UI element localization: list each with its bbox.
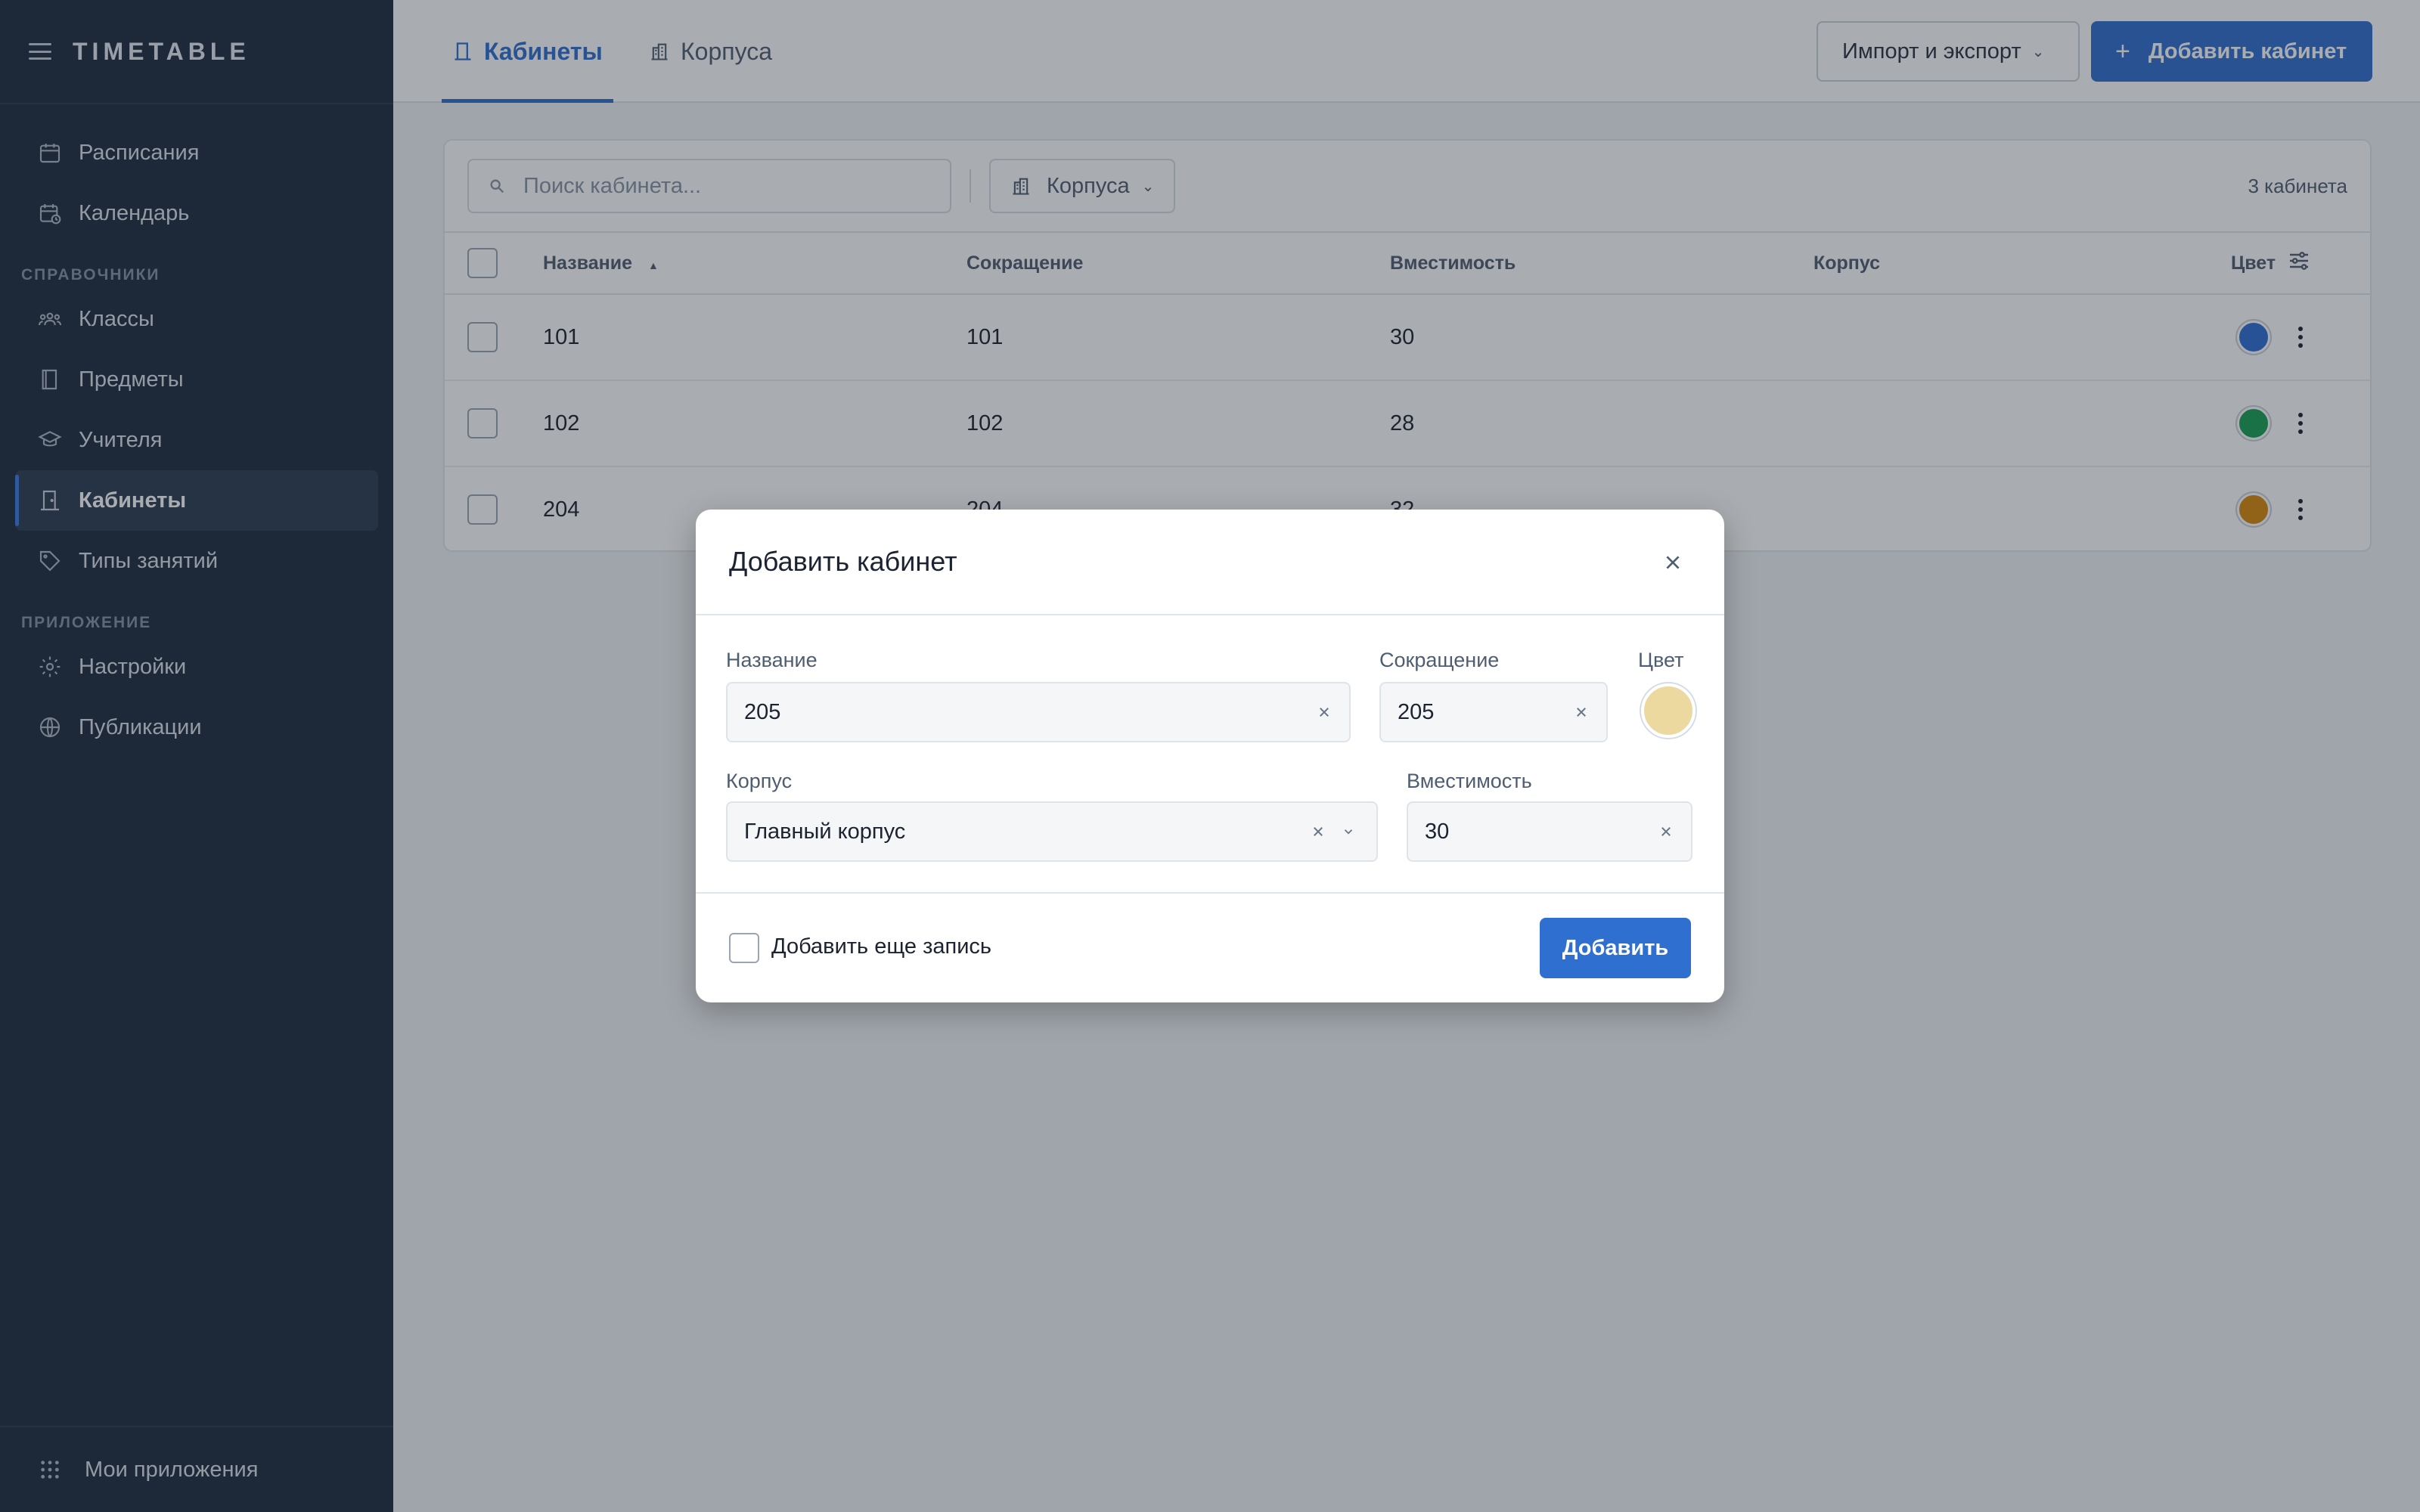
- name-input[interactable]: 205: [726, 682, 1351, 742]
- clear-icon[interactable]: [1655, 820, 1677, 843]
- name-label: Название: [726, 649, 818, 671]
- capacity-input[interactable]: 30: [1407, 801, 1692, 862]
- color-picker[interactable]: [1641, 683, 1696, 738]
- color-label: Цвет: [1638, 649, 1684, 671]
- dialog-footer-divider: [696, 892, 1724, 894]
- building-label: Корпус: [726, 770, 793, 792]
- short-input[interactable]: 205: [1379, 682, 1608, 742]
- capacity-label: Вместимость: [1407, 770, 1532, 792]
- submit-button[interactable]: Добавить: [1540, 918, 1691, 978]
- building-value: Главный корпус: [744, 819, 906, 844]
- capacity-value: 30: [1425, 819, 1450, 844]
- clear-icon[interactable]: [1307, 820, 1329, 843]
- chevron-down-icon[interactable]: [1337, 820, 1360, 843]
- dialog-title: Добавить кабинет: [729, 546, 957, 577]
- clear-icon[interactable]: [1570, 701, 1593, 723]
- add-room-dialog: Добавить кабинет Название 205 Сокращение…: [696, 510, 1724, 1002]
- add-another-label[interactable]: Добавить еще запись: [771, 934, 991, 959]
- clear-icon[interactable]: [1313, 701, 1336, 723]
- short-label: Сокращение: [1379, 649, 1500, 671]
- close-icon[interactable]: [1658, 547, 1688, 578]
- name-value: 205: [744, 699, 781, 724]
- dialog-header: Добавить кабинет: [696, 510, 1724, 615]
- add-another-checkbox[interactable]: [729, 933, 759, 963]
- building-select[interactable]: Главный корпус: [726, 801, 1378, 862]
- short-value: 205: [1398, 699, 1435, 724]
